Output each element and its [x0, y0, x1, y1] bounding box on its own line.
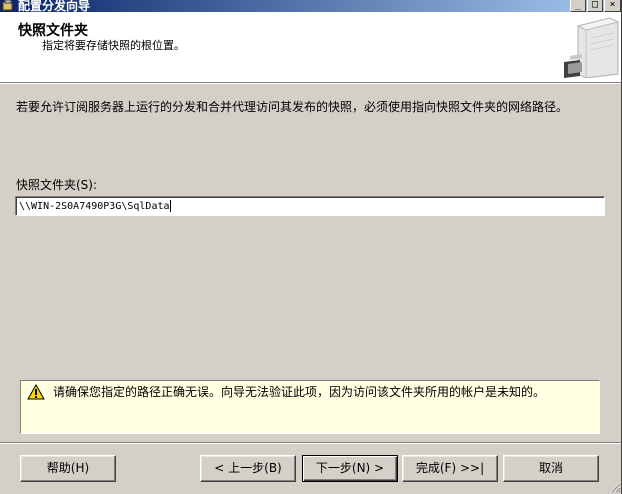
header-divider-highlight — [0, 83, 622, 84]
app-icon — [2, 0, 13, 11]
warning-icon — [27, 384, 45, 400]
resize-grip-icon[interactable] — [609, 481, 621, 493]
description-text: 若要允许订阅服务器上运行的分发和合并代理访问其发布的快照，必须使用指向快照文件夹… — [16, 100, 569, 114]
server-folder-icon — [564, 17, 620, 78]
maximize-button[interactable]: □ — [587, 0, 603, 12]
help-button[interactable]: 帮助(H) — [20, 455, 116, 482]
window-title: 配置分发向导 — [18, 0, 91, 12]
close-button[interactable]: × — [604, 0, 621, 12]
finish-button[interactable]: 完成(F) >>| — [402, 455, 498, 482]
page-subtitle: 指定将要存储快照的根位置。 — [42, 39, 185, 52]
warning-panel: 请确保您指定的路径正确无误。向导无法验证此项，因为访问该文件夹所用的帐户是未知的… — [20, 380, 600, 434]
title-bar: 配置分发向导 — [0, 0, 622, 12]
wizard-header: 快照文件夹 指定将要存储快照的根位置。 — [0, 12, 622, 82]
snapshot-folder-value: \\WIN-2S0A7490P3G\SqlData — [19, 201, 170, 212]
next-button[interactable]: 下一步(N) > — [302, 455, 398, 482]
warning-text: 请确保您指定的路径正确无误。向导无法验证此项，因为访问该文件夹所用的帐户是未知的… — [53, 385, 546, 399]
snapshot-folder-label: 快照文件夹(S): — [16, 178, 98, 192]
text-caret — [169, 200, 171, 212]
minimize-button[interactable]: _ — [570, 0, 586, 12]
footer-divider-highlight — [0, 443, 622, 444]
back-button[interactable]: < 上一步(B) — [200, 455, 296, 482]
snapshot-folder-input[interactable]: \\WIN-2S0A7490P3G\SqlData — [15, 196, 605, 216]
cancel-button[interactable]: 取消 — [503, 455, 599, 482]
